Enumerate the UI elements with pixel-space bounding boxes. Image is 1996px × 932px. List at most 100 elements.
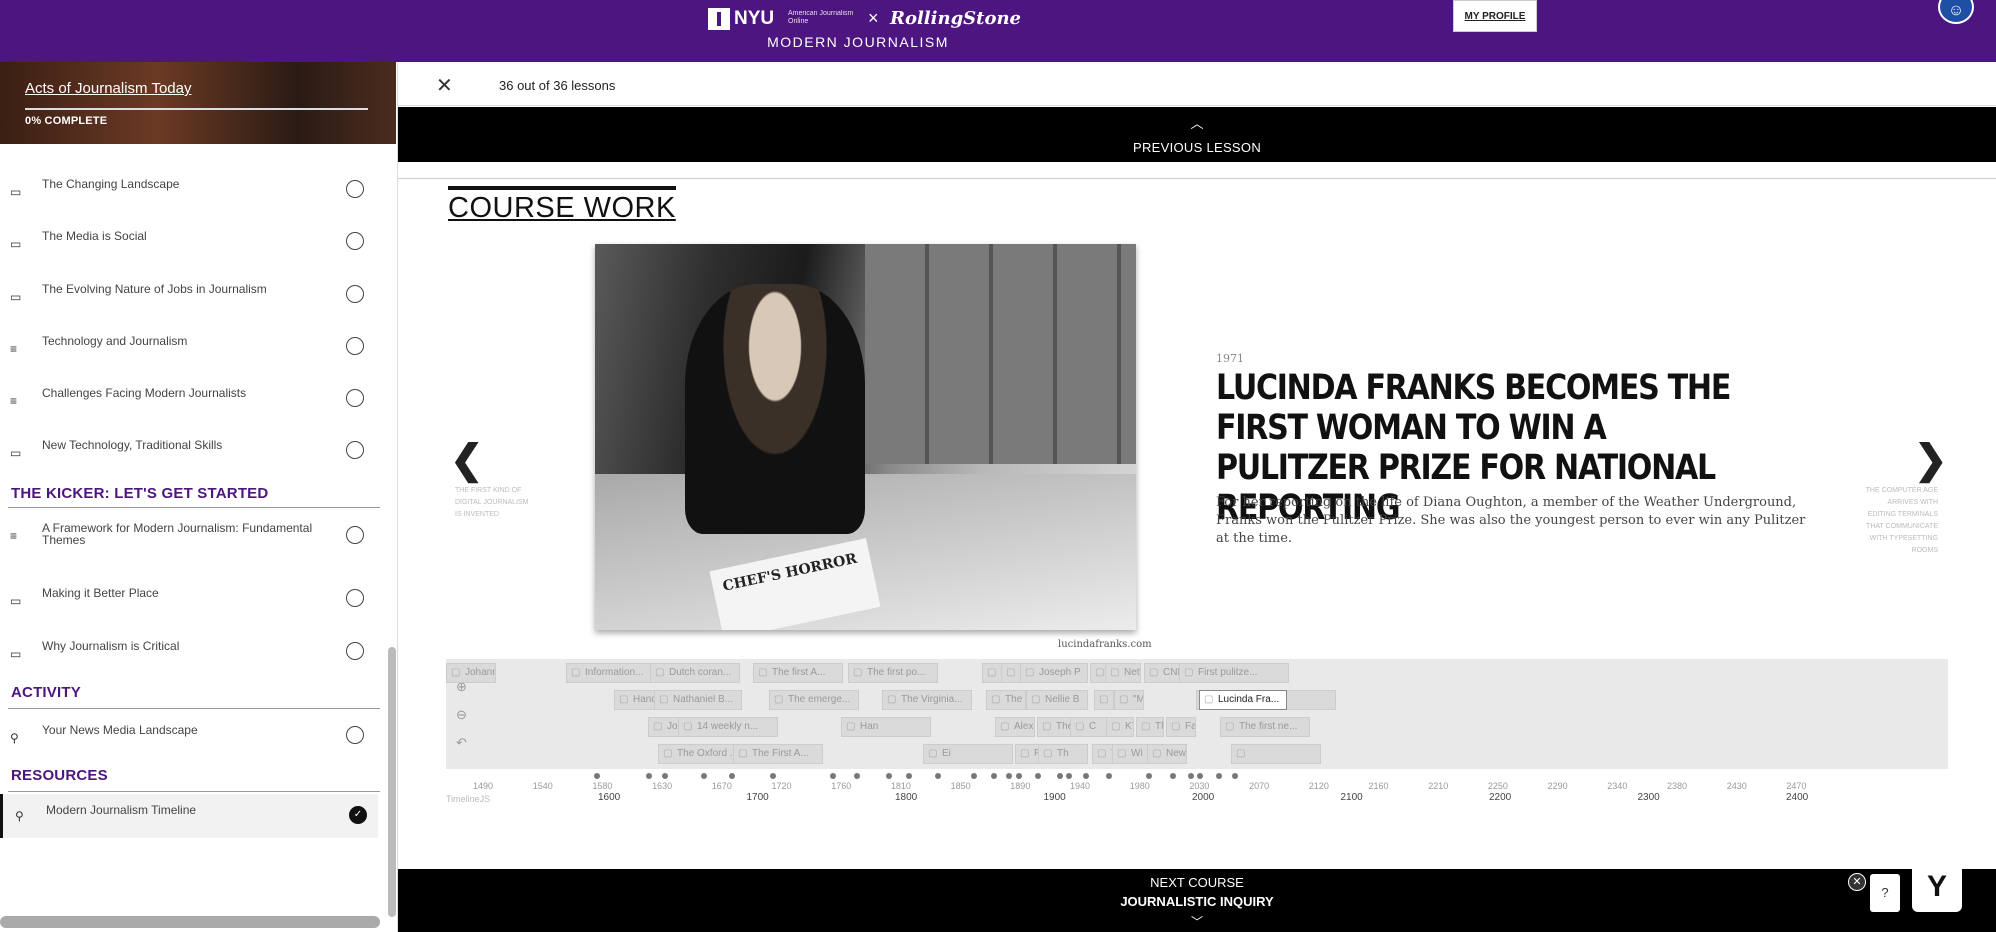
timeline-event[interactable]: The first A...: [753, 663, 843, 683]
status-circle-icon: [346, 526, 364, 544]
lesson-item[interactable]: ▭ The Changing Landscape: [0, 172, 378, 212]
horizontal-scrollbar[interactable]: [0, 916, 380, 928]
timeline-event[interactable]: Wi: [1112, 744, 1152, 764]
checkmark-icon: ✓: [349, 806, 367, 824]
timeline-event[interactable]: The emerge...: [769, 690, 859, 710]
close-icon[interactable]: ✕: [436, 73, 453, 98]
section-heading-resources: RESOURCES: [11, 767, 108, 784]
lesson-label: The Media is Social: [42, 229, 147, 243]
timeline-event[interactable]: Nathaniel B...: [654, 690, 742, 710]
progress-text: 0% COMPLETE: [25, 115, 108, 127]
lesson-item[interactable]: ≡ A Framework for Modern Journalism: Fund…: [0, 516, 378, 568]
next-course-button[interactable]: NEXT COURSE JOURNALISTIC INQUIRY ﹀: [398, 869, 1996, 932]
timeline-year-minor: 1670: [711, 781, 732, 791]
sidebar-scrollbar[interactable]: [388, 647, 396, 917]
my-profile-button[interactable]: MY PROFILE: [1453, 0, 1537, 32]
timeline-event[interactable]: 14 weekly n...: [678, 717, 778, 737]
timeline-event[interactable]: The Virginia...: [882, 690, 972, 710]
timeline-event[interactable]: Han: [841, 717, 931, 737]
zoom-out-icon[interactable]: ⊖: [456, 707, 467, 723]
timeline-event[interactable]: The first po...: [848, 663, 938, 683]
text-icon: ≡: [10, 529, 18, 543]
lesson-item-active[interactable]: ⚲ Modern Journalism Timeline ✓: [0, 794, 378, 838]
timeline-event[interactable]: Ei: [923, 744, 1013, 764]
next-slide-hint[interactable]: THE COMPUTER AGE ARRIVES WITH EDITING TE…: [1864, 485, 1938, 557]
lesson-toolbar: ✕ 36 out of 36 lessons: [398, 62, 1996, 106]
timeline-year-major: 1700: [746, 792, 769, 803]
timeline-event[interactable]: Nellie B: [1026, 690, 1088, 710]
timeline-event[interactable]: The First A...: [733, 744, 823, 764]
timeline-marker: [1016, 773, 1022, 779]
divider: [8, 791, 380, 792]
timeline-marker: [701, 773, 707, 779]
timeline-year-minor: 1630: [652, 781, 673, 791]
lesson-item[interactable]: ▭ Making it Better Place: [0, 581, 378, 621]
timeline-marker: [906, 773, 912, 779]
assistant-logo-button[interactable]: Y: [1912, 862, 1962, 912]
lesson-item[interactable]: ▭ New Technology, Traditional Skills: [0, 433, 378, 473]
timeline-event[interactable]: The: [986, 690, 1026, 710]
timeline-year-major: 2300: [1637, 792, 1660, 803]
timeline-event[interactable]: Information...: [566, 663, 656, 683]
timeline-event-active[interactable]: Lucinda Fra...: [1199, 690, 1287, 710]
close-help-icon[interactable]: ✕: [1848, 873, 1866, 891]
timeline-event[interactable]: Dutch coran...: [650, 663, 740, 683]
timeline-event[interactable]: "M: [1114, 690, 1144, 710]
lesson-item[interactable]: ▭ The Evolving Nature of Jobs in Journali…: [0, 277, 378, 317]
timeline-event[interactable]: First pulitze...: [1179, 663, 1289, 683]
timeline-event[interactable]: [1231, 744, 1321, 764]
timeline-event[interactable]: Alexa: [995, 717, 1035, 737]
timeline-event[interactable]: Johannes G...: [446, 663, 496, 683]
timeline-event[interactable]: KT: [1106, 717, 1134, 737]
timeline-marker: [1083, 773, 1089, 779]
timeline-marker: [854, 773, 860, 779]
lesson-label: Modern Journalism Timeline: [46, 803, 197, 817]
timeline-event[interactable]: CNN: [1144, 663, 1182, 683]
timeline-marker: [1006, 773, 1012, 779]
lesson-item[interactable]: ≡ Challenges Facing Modern Journalists: [0, 381, 378, 421]
timeline-event[interactable]: Facebook c...: [1166, 717, 1196, 737]
timeline-marker: [830, 773, 836, 779]
timeline-event[interactable]: New policy ...: [1147, 744, 1187, 764]
timeline-marker: [935, 773, 941, 779]
chevron-right-icon[interactable]: ❯: [1914, 437, 1948, 483]
accessibility-icon[interactable]: ☺: [1938, 0, 1974, 24]
timeline-event[interactable]: Netw: [1105, 663, 1141, 683]
lesson-item[interactable]: ⚲ Your News Media Landscape: [0, 718, 378, 758]
lesson-label: Making it Better Place: [42, 586, 159, 600]
lesson-count: 36 out of 36 lessons: [499, 78, 616, 93]
previous-lesson-button[interactable]: ︿ PREVIOUS LESSON: [398, 107, 1996, 162]
timeline-marker: [770, 773, 776, 779]
rolling-stone-logo: RollingStone: [890, 8, 1022, 29]
lesson-item[interactable]: ≡ Technology and Journalism: [0, 329, 378, 369]
section-heading-activity: ACTIVITY: [11, 684, 81, 701]
program-logo[interactable]: NYU American Journalism Online × Rolling…: [708, 6, 1021, 51]
timeline-event[interactable]: Th: [1038, 744, 1088, 764]
timeline-marker: [1188, 773, 1194, 779]
help-button[interactable]: ?: [1870, 874, 1900, 912]
lesson-item[interactable]: ▭ Why Journalism is Critical: [0, 634, 378, 674]
previous-slide-hint[interactable]: THE FIRST KIND OF DIGITAL JOURNALISM IS …: [455, 485, 535, 521]
timeline-year-minor: 2380: [1667, 781, 1688, 791]
lesson-item[interactable]: ▭ The Media is Social: [0, 224, 378, 264]
timeline-event[interactable]: Th: [1136, 717, 1164, 737]
timeline-year-minor: 1720: [771, 781, 792, 791]
divider: [8, 708, 380, 709]
timeline-year-minor: 1760: [831, 781, 852, 791]
chevron-left-icon[interactable]: ❮: [450, 437, 484, 483]
timeline-year-minor: 2030: [1189, 781, 1210, 791]
course-header: Acts of Journalism Today 0% COMPLETE: [0, 62, 396, 144]
timeline-event[interactable]: C: [1070, 717, 1110, 737]
timeline-event[interactable]: Th: [1094, 690, 1114, 710]
back-to-start-icon[interactable]: ↶: [456, 735, 467, 751]
timeline-year-minor: 1850: [950, 781, 971, 791]
timeline-year-minor: 2250: [1487, 781, 1508, 791]
timeline-marker: [1197, 773, 1203, 779]
timeline-event[interactable]: Joseph P: [1020, 663, 1088, 683]
timeline-marker: [594, 773, 600, 779]
timeline-event[interactable]: The first ne...: [1220, 717, 1310, 737]
timeline-marker: [1035, 773, 1041, 779]
lesson-label: New Technology, Traditional Skills: [42, 438, 223, 452]
course-title-link[interactable]: Acts of Journalism Today: [25, 80, 191, 97]
timeline-marker: [729, 773, 735, 779]
